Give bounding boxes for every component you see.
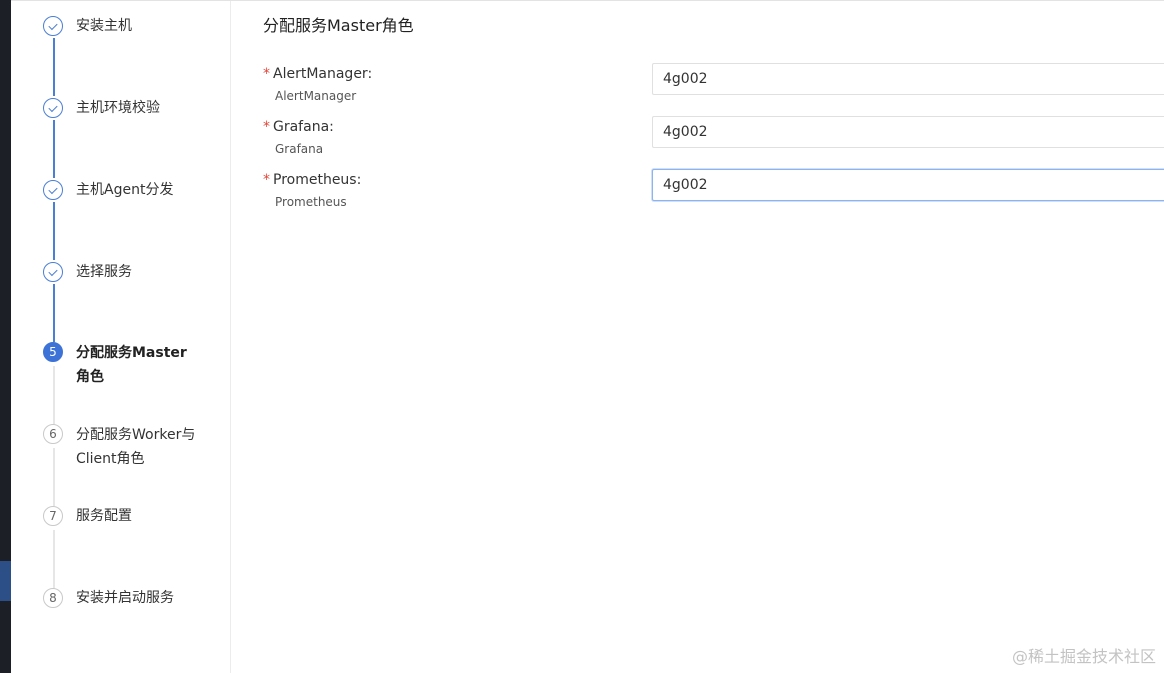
prometheus-label: Prometheus: <box>273 172 362 188</box>
step-connector <box>53 284 55 342</box>
step-7-label[interactable]: 服务配置 <box>76 504 206 528</box>
form-row-prometheus: * Prometheus: Prometheus <box>263 169 1164 223</box>
form-row-grafana: * Grafana: Grafana <box>263 116 1164 170</box>
step-connector <box>53 38 55 96</box>
watermark: @稀土掘金技术社区 <box>1011 647 1156 666</box>
step-2-check-icon <box>43 98 63 118</box>
step-connector <box>53 448 55 506</box>
step-1-label[interactable]: 安装主机 <box>76 14 206 38</box>
step-8-number: 8 <box>43 588 63 608</box>
step-1-check-icon <box>43 16 63 36</box>
wizard-steps-panel: 安装主机 主机环境校验 主机Agent分发 选择服务 5 分配服务Master角… <box>11 1 231 673</box>
prometheus-host-input[interactable] <box>652 169 1164 201</box>
step-6-number: 6 <box>43 424 63 444</box>
step-7-number: 7 <box>43 506 63 526</box>
step-5-number: 5 <box>43 342 63 362</box>
step-connector <box>53 202 55 260</box>
alertmanager-sublabel: AlertManager <box>275 89 357 103</box>
page-title: 分配服务Master角色 <box>263 16 414 35</box>
grafana-host-input[interactable] <box>652 116 1164 148</box>
step-3-check-icon <box>43 180 63 200</box>
step-4-check-icon <box>43 262 63 282</box>
required-mark: * <box>263 172 270 188</box>
required-mark: * <box>263 66 270 82</box>
required-mark: * <box>263 119 270 135</box>
prometheus-sublabel: Prometheus <box>275 195 347 209</box>
app-sidebar-active-marker <box>0 561 11 601</box>
form-row-alertmanager: * AlertManager: AlertManager <box>263 63 1164 117</box>
step-3-label[interactable]: 主机Agent分发 <box>76 178 206 202</box>
step-8-label[interactable]: 安装并启动服务 <box>76 586 206 610</box>
alertmanager-label: AlertManager: <box>273 66 373 82</box>
step-2-label[interactable]: 主机环境校验 <box>76 96 206 120</box>
grafana-label: Grafana: <box>273 119 334 135</box>
step-5-label[interactable]: 分配服务Master角色 <box>76 341 200 389</box>
step-6-label[interactable]: 分配服务Worker与Client角色 <box>76 423 204 471</box>
step-connector <box>53 120 55 178</box>
step-connector <box>53 530 55 588</box>
grafana-sublabel: Grafana <box>275 142 324 156</box>
alertmanager-host-input[interactable] <box>652 63 1164 95</box>
step-connector <box>53 366 55 424</box>
step-4-label[interactable]: 选择服务 <box>76 260 206 284</box>
